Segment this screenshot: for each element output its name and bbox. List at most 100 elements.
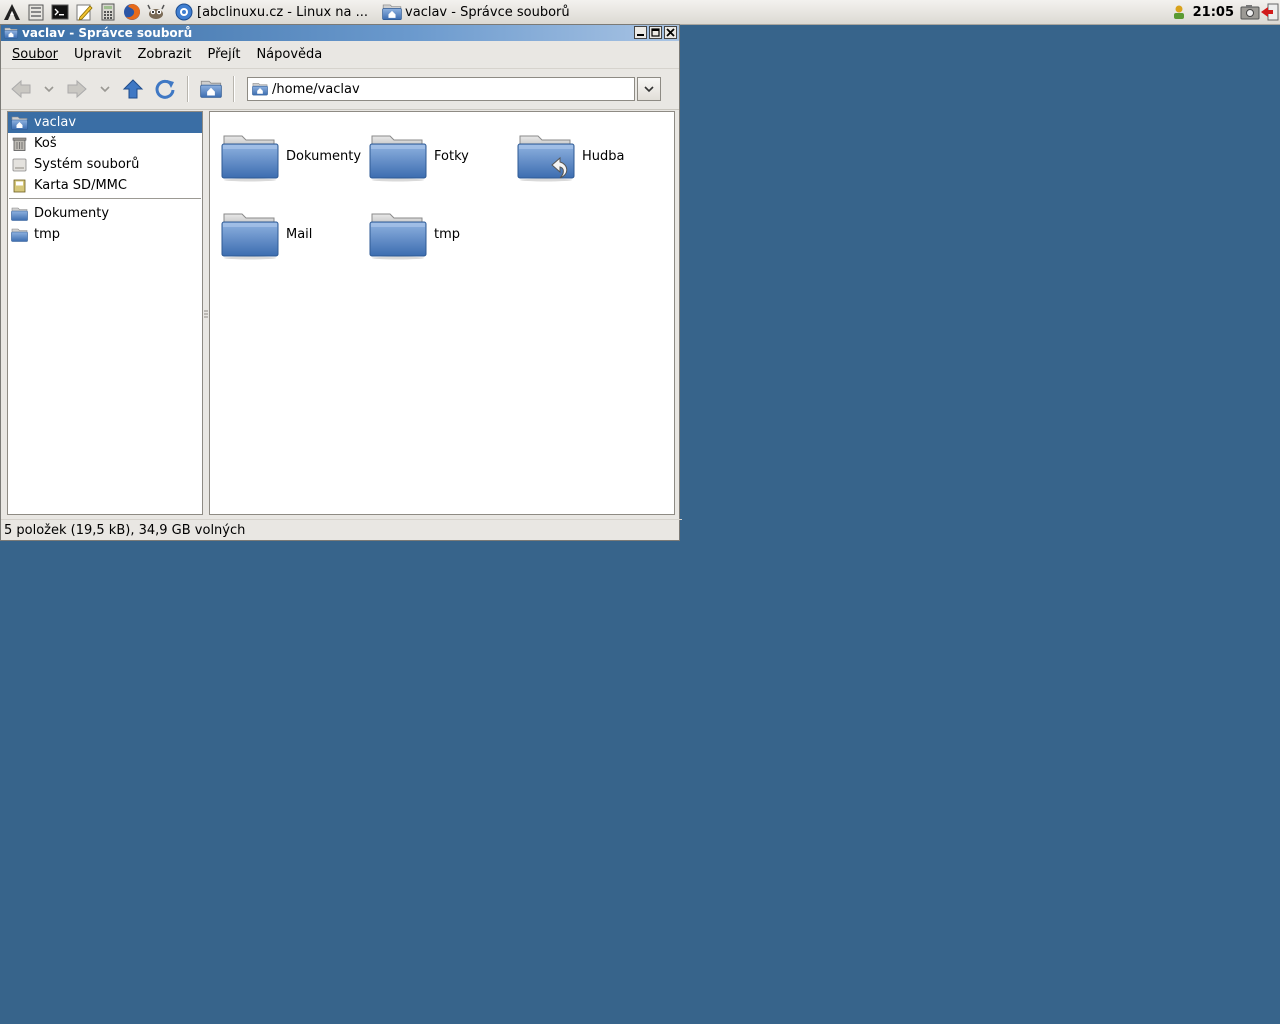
menu-napoveda-label: Nápověda <box>256 47 323 62</box>
back-history-button[interactable] <box>37 73 61 105</box>
screenshot-icon[interactable] <box>1240 3 1260 21</box>
sidebar-item-label: vaclav <box>34 115 77 130</box>
gimp-icon[interactable] <box>144 0 168 24</box>
menu-upravit-label: Upravit <box>74 47 122 62</box>
status-text: 5 položek (19,5 kB), 34,9 GB volných <box>4 523 246 538</box>
file-item-tmp[interactable]: tmp <box>368 208 460 260</box>
location-path: /home/vaclav <box>272 81 360 97</box>
up-button[interactable] <box>117 73 149 105</box>
home-folder-icon <box>11 116 28 130</box>
file-item-label: Dokumenty <box>286 148 362 164</box>
trash-icon <box>12 137 27 151</box>
browser-icon <box>175 3 193 21</box>
sidebar-separator <box>9 198 201 199</box>
network-user-icon[interactable] <box>1169 3 1189 21</box>
menu-soubor[interactable]: Soubor <box>4 47 66 62</box>
sidebar-item-filesystem[interactable]: Systém souborů <box>8 154 202 175</box>
firefox-icon[interactable] <box>120 0 144 24</box>
file-icon-view: Dokumenty Fotky Hudba Mail tmp <box>209 111 675 515</box>
file-item-mail[interactable]: Mail <box>220 208 312 260</box>
home-folder-icon <box>252 82 268 96</box>
clock[interactable]: 21:05 <box>1193 5 1234 20</box>
location-field[interactable]: /home/vaclav <box>247 77 635 101</box>
home-folder-icon <box>382 3 402 21</box>
home-folder-icon <box>4 27 18 39</box>
reload-icon <box>155 79 175 99</box>
sidebar-item-vaclav[interactable]: vaclav <box>8 112 202 133</box>
menu-upravit[interactable]: Upravit <box>66 47 129 62</box>
file-item-label: Mail <box>286 226 313 242</box>
file-manager-window: vaclav - Správce souborů Soubor Upravit … <box>0 24 682 541</box>
minimize-icon <box>637 34 644 36</box>
folder-icon <box>220 208 280 260</box>
menu-prejit[interactable]: Přejít <box>199 47 248 62</box>
app-menu-icon[interactable] <box>0 0 24 24</box>
forward-history-button[interactable] <box>93 73 117 105</box>
toolbar-separator <box>233 76 235 102</box>
taskbar-browser-label: [abclinuxu.cz - Linux na ... <box>197 4 369 20</box>
status-bar: 5 položek (19,5 kB), 34,9 GB volných <box>1 519 682 541</box>
file-manager-icon[interactable] <box>24 0 48 24</box>
reload-button[interactable] <box>149 73 181 105</box>
toolbar-separator <box>187 76 189 102</box>
window-title: vaclav - Správce souborů <box>22 26 193 40</box>
taskbar-browser-button[interactable]: [abclinuxu.cz - Linux na ... <box>170 1 372 23</box>
terminal-icon[interactable] <box>48 0 72 24</box>
toolbar: /home/vaclav <box>1 68 679 110</box>
sidebar-item-label: Koš <box>34 136 57 151</box>
maximize-icon <box>651 28 660 37</box>
folder-icon <box>368 130 428 182</box>
system-tray: 21:05 <box>1169 0 1280 24</box>
sidebar-item-label: Dokumenty <box>34 206 110 221</box>
file-item-label: tmp <box>434 226 461 242</box>
file-item-fotky[interactable]: Fotky <box>368 130 469 182</box>
home-folder-icon <box>200 78 222 100</box>
forward-arrow-icon <box>67 79 87 99</box>
sidebar-item-tmp[interactable]: tmp <box>8 224 202 245</box>
maximize-button[interactable] <box>649 26 662 39</box>
folder-icon <box>11 228 28 242</box>
back-arrow-icon <box>11 79 31 99</box>
folder-icon <box>11 207 28 221</box>
file-item-label: Fotky <box>434 148 469 164</box>
sidebar-item-label: Karta SD/MMC <box>34 178 127 193</box>
chevron-down-icon <box>644 86 654 93</box>
menu-zobrazit-label: Zobrazit <box>137 47 192 62</box>
menu-prejit-label: Přejít <box>207 47 241 62</box>
chevron-down-icon <box>44 86 54 93</box>
chevron-down-icon <box>100 86 110 93</box>
back-button[interactable] <box>5 73 37 105</box>
menu-soubor-label: Soubor <box>12 47 58 62</box>
text-editor-icon[interactable] <box>72 0 96 24</box>
taskbar-file-manager-button[interactable]: vaclav - Správce souborů <box>378 1 574 23</box>
menu-zobrazit[interactable]: Zobrazit <box>129 47 199 62</box>
close-icon <box>666 28 675 37</box>
file-item-hudba[interactable]: Hudba <box>516 130 625 182</box>
folder-link-icon <box>516 130 576 182</box>
file-item-dokumenty[interactable]: Dokumenty <box>220 130 361 182</box>
forward-button[interactable] <box>61 73 93 105</box>
sidebar-item-sd-card[interactable]: Karta SD/MMC <box>8 175 202 196</box>
sd-card-icon <box>13 179 26 192</box>
folder-icon <box>368 208 428 260</box>
home-button[interactable] <box>195 73 227 105</box>
top-panel: [abclinuxu.cz - Linux na ... vaclav - Sp… <box>0 0 1280 25</box>
calculator-icon[interactable] <box>96 0 120 24</box>
folder-icon <box>220 130 280 182</box>
location-dropdown-button[interactable] <box>637 77 661 101</box>
sidebar-item-trash[interactable]: Koš <box>8 133 202 154</box>
sidebar-item-label: tmp <box>34 227 61 242</box>
file-item-label: Hudba <box>582 148 625 164</box>
sidebar-item-label: Systém souborů <box>34 157 140 172</box>
menubar: Soubor Upravit Zobrazit Přejít Nápověda <box>1 41 679 68</box>
window-titlebar[interactable]: vaclav - Správce souborů <box>1 25 679 41</box>
pane-resize-grip[interactable] <box>204 310 208 320</box>
drive-icon <box>12 158 27 171</box>
close-button[interactable] <box>664 26 677 39</box>
logout-icon[interactable] <box>1260 3 1280 21</box>
up-arrow-icon <box>122 79 144 99</box>
sidebar-item-dokumenty[interactable]: Dokumenty <box>8 203 202 224</box>
menu-napoveda[interactable]: Nápověda <box>248 47 330 62</box>
taskbar-file-manager-label: vaclav - Správce souborů <box>405 4 570 20</box>
minimize-button[interactable] <box>634 26 647 39</box>
